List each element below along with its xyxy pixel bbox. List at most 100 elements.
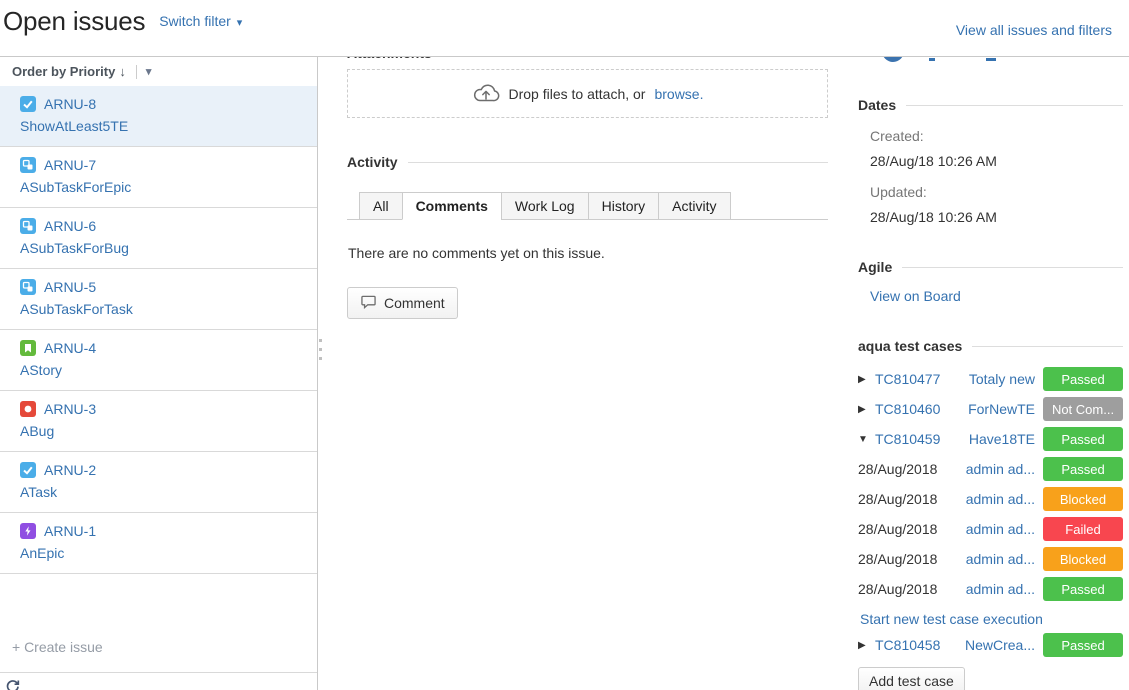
issue-summary-link[interactable]: ASubTaskForBug xyxy=(20,240,305,256)
switch-filter-dropdown[interactable]: Switch filter ▾ xyxy=(159,13,242,29)
test-case-name-link[interactable]: Have18TE xyxy=(940,431,1035,447)
tab-history[interactable]: History xyxy=(588,192,660,220)
comment-button[interactable]: Comment xyxy=(347,287,458,319)
issue-list-item[interactable]: ARNU-5 ASubTaskForTask xyxy=(0,269,317,330)
test-case-link[interactable]: TC810459 xyxy=(875,431,940,447)
execution-date: 28/Aug/2018 xyxy=(858,581,937,597)
activity-tabstrip: All Comments Work Log History Activity xyxy=(347,192,828,220)
order-options-caret-icon[interactable]: ▾ xyxy=(146,65,152,78)
task-icon xyxy=(20,96,36,112)
test-case-link[interactable]: TC810458 xyxy=(875,637,940,653)
issue-key-link[interactable]: ARNU-8 xyxy=(44,96,96,112)
issue-summary-link[interactable]: ASubTaskForTask xyxy=(20,301,305,317)
attachment-dropzone[interactable]: Drop files to attach, or browse. xyxy=(347,69,828,118)
execution-user-link[interactable]: admin ad... xyxy=(937,551,1035,567)
issue-summary-link[interactable]: AnEpic xyxy=(20,545,305,561)
issue-key-link[interactable]: ARNU-5 xyxy=(44,279,96,295)
test-case-name-link[interactable]: Totaly new xyxy=(940,371,1035,387)
refresh-icon[interactable] xyxy=(5,680,20,690)
chevron-down-icon: ▾ xyxy=(237,17,243,29)
collapse-down-icon[interactable]: ▼ xyxy=(858,434,875,445)
browse-link[interactable]: browse. xyxy=(654,86,703,102)
clipped-text-fragment xyxy=(986,58,996,61)
status-badge[interactable]: Blocked xyxy=(1043,487,1123,511)
test-case-row: ▶ TC810460 ForNewTE Not Com... xyxy=(858,394,1123,424)
issue-summary-link[interactable]: ABug xyxy=(20,423,305,439)
issue-list-sidebar: Order by Priority ↓ ▾ ARNU-8 ShowAtLeast… xyxy=(0,57,318,690)
issue-summary-link[interactable]: AStory xyxy=(20,362,305,378)
order-by-label[interactable]: Order by Priority xyxy=(12,64,115,79)
issue-key-link[interactable]: ARNU-3 xyxy=(44,401,96,417)
issue-key-link[interactable]: ARNU-4 xyxy=(44,340,96,356)
execution-user-link[interactable]: admin ad... xyxy=(937,521,1035,537)
test-cases-table: ▶ TC810477 Totaly new Passed ▶ TC810460 … xyxy=(858,364,1123,690)
issue-key-link[interactable]: ARNU-7 xyxy=(44,157,96,173)
dates-heading-label: Dates xyxy=(858,97,896,113)
test-cases-section-heading: aqua test cases xyxy=(858,338,1123,354)
start-execution-link[interactable]: Start new test case execution xyxy=(860,611,1123,627)
sort-direction-icon[interactable]: ↓ xyxy=(119,64,126,79)
issue-list-item[interactable]: ARNU-2 ATask xyxy=(0,452,317,513)
status-badge[interactable]: Passed xyxy=(1043,577,1123,601)
test-execution-row: 28/Aug/2018 admin ad... Passed xyxy=(858,574,1123,604)
issue-key-link[interactable]: ARNU-1 xyxy=(44,523,96,539)
status-badge[interactable]: Passed xyxy=(1043,633,1123,657)
issue-summary-link[interactable]: ShowAtLeast5TE xyxy=(20,118,305,134)
issue-summary-link[interactable]: ATask xyxy=(20,484,305,500)
issue-list-item[interactable]: ARNU-8 ShowAtLeast5TE xyxy=(0,86,317,147)
comment-bubble-icon xyxy=(360,294,377,312)
tab-work-log[interactable]: Work Log xyxy=(501,192,589,220)
status-badge[interactable]: Blocked xyxy=(1043,547,1123,571)
clipped-people-row xyxy=(858,57,1123,63)
issue-summary-link[interactable]: ASubTaskForEpic xyxy=(20,179,305,195)
status-badge[interactable]: Passed xyxy=(1043,427,1123,451)
heading-rule xyxy=(408,162,828,163)
issue-key-link[interactable]: ARNU-2 xyxy=(44,462,96,478)
view-on-board-link[interactable]: View on Board xyxy=(870,288,1123,304)
expand-right-icon[interactable]: ▶ xyxy=(858,404,875,415)
avatar xyxy=(882,57,904,62)
issue-list-item[interactable]: ARNU-7 ASubTaskForEpic xyxy=(0,147,317,208)
test-execution-row: 28/Aug/2018 admin ad... Passed xyxy=(858,454,1123,484)
separator xyxy=(136,65,137,79)
test-case-link[interactable]: TC810460 xyxy=(875,401,940,417)
issue-list-item[interactable]: ARNU-1 AnEpic xyxy=(0,513,317,574)
clipped-text-fragment xyxy=(929,58,935,61)
status-badge[interactable]: Passed xyxy=(1043,457,1123,481)
issue-list-item[interactable]: ARNU-6 ASubTaskForBug xyxy=(0,208,317,269)
add-test-case-button[interactable]: Add test case xyxy=(858,667,965,690)
expand-right-icon[interactable]: ▶ xyxy=(858,374,875,385)
upload-cloud-icon xyxy=(472,81,500,106)
create-issue-button[interactable]: + Create issue xyxy=(0,639,317,672)
view-all-issues-link[interactable]: View all issues and filters xyxy=(956,22,1112,38)
status-badge[interactable]: Passed xyxy=(1043,367,1123,391)
execution-user-link[interactable]: admin ad... xyxy=(937,581,1035,597)
updated-label: Updated: xyxy=(870,184,1123,200)
test-case-row: ▶ TC810458 NewCrea... Passed xyxy=(858,630,1123,660)
execution-date: 28/Aug/2018 xyxy=(858,491,937,507)
attachments-heading: Attachments xyxy=(347,57,828,61)
status-badge[interactable]: Failed xyxy=(1043,517,1123,541)
story-icon xyxy=(20,340,36,356)
tab-all[interactable]: All xyxy=(359,192,403,220)
issue-list-item[interactable]: ARNU-3 ABug xyxy=(0,391,317,452)
issue-list-item[interactable]: ARNU-4 AStory xyxy=(0,330,317,391)
issue-detail-side: Dates Created: 28/Aug/18 10:26 AM Update… xyxy=(845,57,1129,690)
execution-date: 28/Aug/2018 xyxy=(858,461,937,477)
test-case-name-link[interactable]: NewCrea... xyxy=(940,637,1035,653)
test-execution-row: 28/Aug/2018 admin ad... Blocked xyxy=(858,484,1123,514)
expand-right-icon[interactable]: ▶ xyxy=(858,640,875,651)
tab-activity[interactable]: Activity xyxy=(658,192,730,220)
execution-user-link[interactable]: admin ad... xyxy=(937,461,1035,477)
panel-resize-handle[interactable] xyxy=(319,339,322,360)
status-badge[interactable]: Not Com... xyxy=(1043,397,1123,421)
issue-key-link[interactable]: ARNU-6 xyxy=(44,218,96,234)
test-case-row: ▼ TC810459 Have18TE Passed xyxy=(858,424,1123,454)
tab-comments[interactable]: Comments xyxy=(402,192,502,220)
execution-date: 28/Aug/2018 xyxy=(858,521,937,537)
test-case-name-link[interactable]: ForNewTE xyxy=(940,401,1035,417)
dates-section-heading: Dates xyxy=(858,97,1123,113)
order-by-bar: Order by Priority ↓ ▾ xyxy=(0,57,317,86)
test-case-link[interactable]: TC810477 xyxy=(875,371,940,387)
execution-user-link[interactable]: admin ad... xyxy=(937,491,1035,507)
